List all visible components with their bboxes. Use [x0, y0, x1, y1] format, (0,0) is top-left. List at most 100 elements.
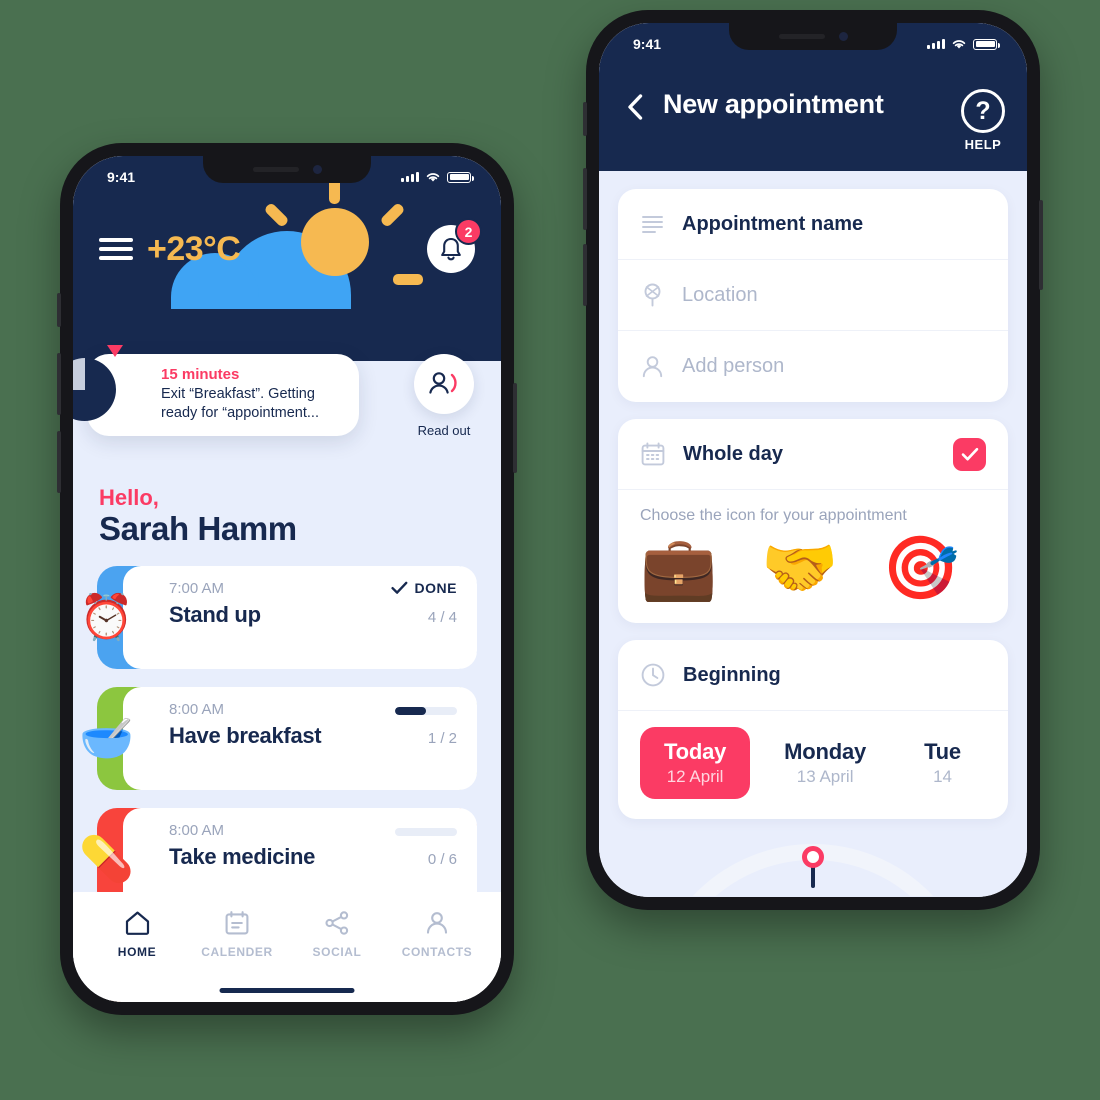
notifications-button[interactable]: 2 — [427, 218, 482, 273]
task-status-label: DONE — [414, 580, 457, 596]
greeting-user-name: Sarah Hamm — [99, 510, 297, 548]
quarter-pie-timer-icon — [73, 358, 116, 421]
pill-emoji: 💊 — [79, 834, 134, 884]
date-chip-today[interactable]: Today 12 April — [640, 727, 751, 800]
mute-switch[interactable] — [583, 102, 587, 136]
volume-down-button[interactable] — [57, 431, 61, 493]
home-screen: 9:41 +23°C 2 15 minutes Exit “Breakfast”… — [73, 156, 501, 1002]
new-appointment-screen: New appointment ? HELP Appointment name — [599, 23, 1027, 897]
tab-label: CALENDER — [201, 945, 273, 959]
status-time: 9:41 — [633, 36, 662, 52]
date-day-label: Monday — [784, 739, 867, 765]
task-time: 8:00 AM — [169, 822, 225, 839]
icon-picker-hint: Choose the icon for your appointment — [640, 507, 907, 524]
briefcase-emoji[interactable]: 💼 — [640, 534, 717, 603]
add-person-placeholder: Add person — [682, 355, 785, 377]
appointment-name-field[interactable]: Appointment name — [618, 189, 1008, 260]
dart-target-emoji[interactable]: 🎯 — [882, 534, 959, 603]
task-time: 7:00 AM — [169, 580, 225, 597]
read-out-control[interactable]: Read out — [401, 354, 487, 438]
date-date-label: 13 April — [796, 767, 854, 787]
read-out-label: Read out — [417, 423, 471, 438]
volume-down-button[interactable] — [583, 244, 587, 306]
checkmark-icon — [961, 447, 978, 460]
earpiece-speaker — [778, 34, 825, 39]
cellular-bars-icon — [927, 39, 945, 49]
task-count: 1 / 2 — [427, 730, 457, 747]
task-row[interactable]: 🥣 8:00 AM Have breakfast 1 / 2 — [79, 687, 477, 790]
beginning-card: Beginning Today 12 April Monday 13 April… — [618, 640, 1008, 820]
whole-day-checkbox[interactable] — [953, 437, 986, 471]
read-out-button[interactable] — [414, 354, 474, 414]
appointment-details-card: Appointment name Location Add person — [618, 189, 1008, 402]
location-field[interactable]: Location — [618, 260, 1008, 331]
person-icon — [387, 908, 487, 938]
time-dial[interactable] — [618, 836, 1008, 897]
hamburger-menu-icon[interactable] — [99, 238, 133, 260]
task-card: 8:00 AM Have breakfast 1 / 2 — [123, 687, 477, 790]
front-camera — [838, 32, 848, 41]
add-person-field[interactable]: Add person — [618, 331, 1008, 402]
cellular-bars-icon — [401, 172, 419, 182]
beginning-label: Beginning — [683, 663, 781, 686]
notch — [729, 23, 897, 50]
page-title: New appointment — [663, 89, 884, 119]
person-icon — [642, 356, 663, 378]
tab-home[interactable]: HOME — [87, 908, 187, 1002]
location-placeholder: Location — [682, 283, 758, 306]
status-time: 9:41 — [107, 169, 136, 185]
power-button[interactable] — [513, 383, 517, 473]
tab-label: CONTACTS — [401, 945, 473, 959]
task-bottom-row: Have breakfast 1 / 2 — [169, 718, 457, 749]
notch — [203, 156, 371, 183]
task-bottom-row: Stand up 4 / 4 — [169, 597, 457, 628]
beginning-row: Beginning — [618, 640, 1008, 712]
wifi-icon — [426, 173, 440, 182]
date-chip-tuesday[interactable]: Tue 14 — [900, 727, 985, 799]
mute-switch[interactable] — [57, 293, 61, 327]
date-chip-monday[interactable]: Monday 13 April — [760, 727, 890, 799]
whole-day-label: Whole day — [683, 442, 784, 465]
task-top-row: 8:00 AM — [169, 701, 457, 718]
greeting-block: Hello, Sarah Hamm — [99, 485, 297, 549]
left-phone-screen: 9:41 +23°C 2 15 minutes Exit “Breakfast”… — [73, 156, 501, 1002]
task-count: 0 / 6 — [427, 851, 457, 868]
date-day-label: Today — [664, 739, 727, 765]
whole-day-row[interactable]: Whole day — [618, 419, 1008, 490]
toast-title: 15 minutes — [161, 366, 240, 383]
volume-up-button[interactable] — [57, 353, 61, 415]
task-top-row: 8:00 AM — [169, 822, 457, 839]
battery-icon — [447, 171, 474, 183]
task-top-row: 7:00 AM DONE — [169, 580, 457, 597]
toast-body: Exit “Breakfast”. Getting ready for “app… — [161, 386, 319, 422]
right-phone-screen: New appointment ? HELP Appointment name — [599, 23, 1027, 897]
date-date-label: 12 April — [666, 767, 724, 787]
task-bottom-row: Take medicine 0 / 6 — [169, 839, 457, 870]
person-speaking-icon — [429, 372, 457, 394]
tab-contacts[interactable]: CONTACTS — [387, 908, 487, 1002]
handshake-emoji[interactable]: 🤝 — [761, 534, 838, 603]
status-icons — [927, 38, 1000, 50]
task-title: Stand up — [169, 602, 261, 627]
help-label: HELP — [964, 137, 1002, 152]
power-button[interactable] — [1039, 200, 1043, 290]
right-phone-frame: New appointment ? HELP Appointment name — [583, 10, 1043, 910]
wifi-icon — [952, 40, 966, 49]
task-list: ⏰ 7:00 AM DONE Stand up 4 / 4 🥣 8:00 AM … — [79, 566, 477, 929]
task-row[interactable]: ⏰ 7:00 AM DONE Stand up 4 / 4 — [79, 566, 477, 669]
date-day-label: Tue — [924, 739, 961, 765]
task-title: Take medicine — [169, 844, 316, 869]
calendar-icon — [187, 908, 287, 938]
icon-picker-row: 💼 🤝 🎯 — [618, 525, 1008, 623]
earpiece-speaker — [252, 167, 299, 172]
temperature-label: +23°C — [147, 229, 241, 268]
clock-icon — [641, 663, 665, 687]
help-button[interactable]: ? HELP — [961, 89, 1005, 152]
reminder-toast[interactable]: 15 minutes Exit “Breakfast”. Getting rea… — [73, 345, 359, 437]
task-progress-bar — [395, 707, 457, 715]
date-picker-row: Today 12 April Monday 13 April Tue 14 — [618, 711, 1008, 819]
home-indicator[interactable] — [219, 988, 355, 993]
back-button[interactable] — [623, 92, 649, 120]
time-dial-knob-icon[interactable] — [802, 846, 824, 869]
volume-up-button[interactable] — [583, 168, 587, 230]
